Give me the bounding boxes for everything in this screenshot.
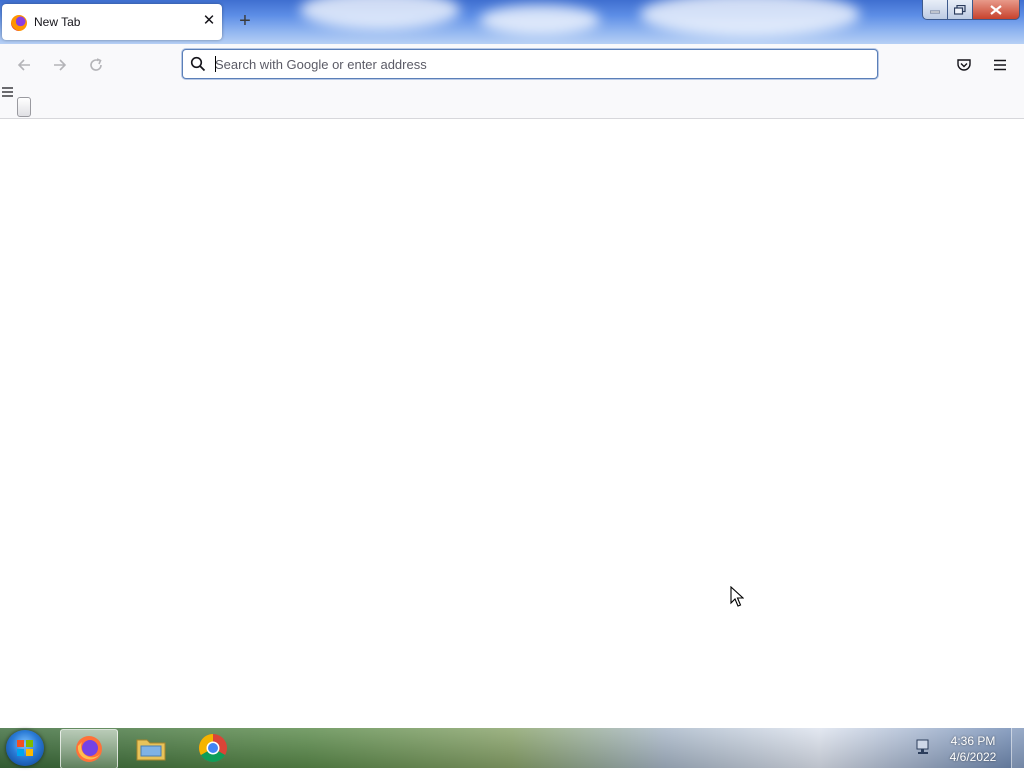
bookmarks-toolbar (0, 86, 1024, 119)
restore-icon (954, 4, 966, 15)
arrow-left-icon (17, 59, 30, 71)
search-icon (190, 56, 206, 72)
firefox-icon (76, 736, 102, 762)
start-button[interactable] (6, 730, 44, 766)
window-controls (922, 0, 1022, 20)
system-clock[interactable]: 4:36 PM 4/6/2022 (942, 733, 1004, 765)
tab-strip: New Tab ✕ + (0, 0, 1024, 44)
back-button[interactable] (13, 55, 35, 75)
hamburger-menu-icon (994, 59, 1006, 71)
mouse-pointer-icon (730, 586, 744, 607)
navigation-toolbar (0, 44, 1024, 86)
windows-logo-icon (17, 740, 33, 756)
arrow-right-icon (54, 59, 67, 71)
background-cloud (300, 0, 460, 30)
reload-button[interactable] (85, 55, 107, 75)
background-cloud (640, 0, 860, 37)
bookmark-item[interactable] (17, 97, 31, 117)
taskbar: 4:36 PM 4/6/2022 (0, 728, 1024, 769)
app-menu-button[interactable] (989, 55, 1011, 75)
restore-button[interactable] (948, 0, 973, 20)
close-window-button[interactable] (973, 0, 1020, 20)
text-caret (215, 56, 216, 72)
network-icon[interactable] (915, 739, 931, 755)
reload-icon (90, 58, 102, 71)
firefox-icon (11, 15, 27, 31)
sidebar-menu-icon[interactable] (2, 86, 14, 98)
minimize-icon (930, 10, 940, 13)
minimize-button[interactable] (922, 0, 948, 20)
plus-icon[interactable]: + (235, 11, 255, 32)
page-content (0, 119, 1024, 728)
tab-new-tab[interactable]: New Tab ✕ (2, 4, 222, 40)
clock-date: 4/6/2022 (949, 750, 997, 764)
background-cloud (480, 5, 600, 35)
taskbar-app-firefox[interactable] (60, 729, 118, 769)
close-icon (990, 4, 1002, 15)
forward-button[interactable] (49, 55, 71, 75)
taskbar-app-explorer[interactable] (123, 729, 179, 767)
pocket-button[interactable] (953, 55, 975, 75)
pocket-icon (957, 59, 971, 71)
address-input[interactable] (215, 50, 855, 78)
chrome-icon (199, 734, 227, 762)
folder-icon (136, 739, 166, 761)
close-icon[interactable]: ✕ (200, 12, 218, 30)
tab-title: New Tab (34, 15, 81, 29)
address-bar[interactable] (182, 49, 878, 79)
clock-time: 4:36 PM (950, 734, 996, 748)
taskbar-app-chrome[interactable] (185, 729, 241, 767)
show-desktop-button[interactable] (1011, 728, 1024, 768)
